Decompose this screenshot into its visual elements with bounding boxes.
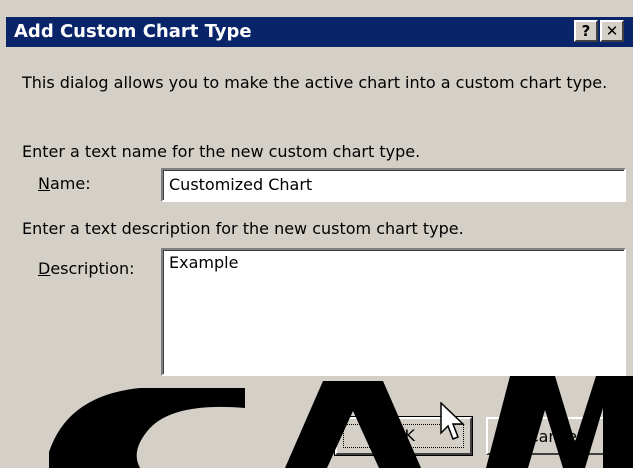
close-icon: ✕ [605, 22, 619, 40]
name-prompt: Enter a text name for the new custom cha… [22, 142, 421, 161]
arrow-cursor-icon [440, 402, 465, 440]
cancel-button-label: Cancel [527, 426, 582, 446]
help-button[interactable]: ? [574, 20, 598, 42]
intro-text: This dialog allows you to make the activ… [22, 73, 608, 92]
description-label-text: escription: [50, 259, 135, 278]
description-label-accesskey: D [38, 259, 51, 278]
dialog-title: Add Custom Chart Type [14, 21, 252, 42]
description-label: Description: [38, 258, 135, 280]
title-bar: Add Custom Chart Type ? ✕ [6, 17, 633, 47]
name-label: Name: [38, 173, 91, 195]
help-icon: ? [581, 22, 591, 40]
name-label-text: ame: [49, 174, 91, 193]
cancel-button[interactable]: Cancel [486, 417, 623, 455]
name-field[interactable]: Customized Chart [161, 168, 626, 202]
name-label-accesskey: N [38, 174, 50, 193]
watermark-s-shape [49, 388, 245, 468]
description-prompt: Enter a text description for the new cus… [22, 219, 464, 238]
add-custom-chart-type-dialog: Add Custom Chart Type ? ✕ This dialog al… [0, 0, 633, 468]
close-button[interactable]: ✕ [600, 20, 624, 42]
description-field[interactable]: Example [161, 248, 626, 376]
